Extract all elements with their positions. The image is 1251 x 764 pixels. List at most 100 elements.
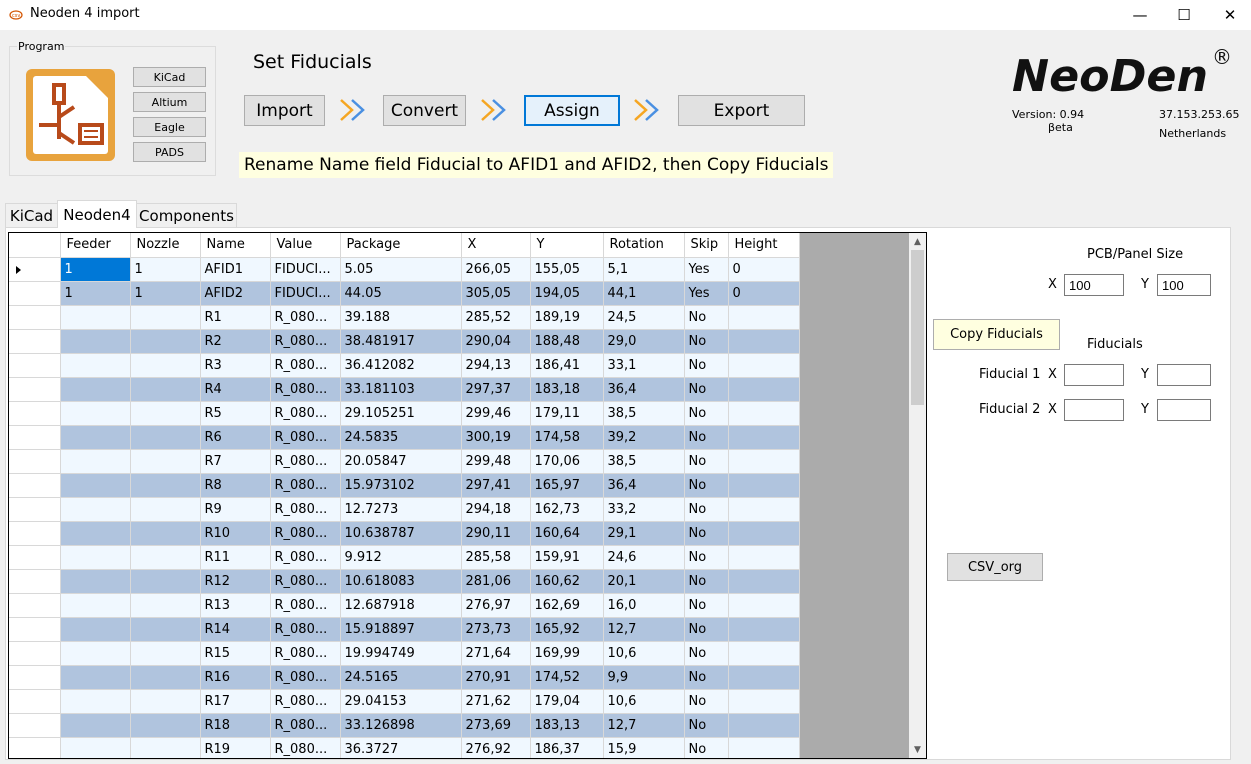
cell-y[interactable]: 160,64 — [530, 521, 604, 546]
column-header-y[interactable]: Y — [530, 233, 604, 258]
cell-height[interactable] — [728, 737, 800, 758]
cell-name[interactable]: AFID2 — [200, 281, 271, 306]
cell-nozzle[interactable] — [130, 593, 201, 618]
cell-package[interactable]: 39.188 — [340, 305, 462, 330]
column-header-nozzle[interactable]: Nozzle — [130, 233, 201, 258]
cell-feeder[interactable] — [60, 713, 131, 738]
table-row[interactable]: R14 R_080... 15.918897 273,73 165,92 12,7 No — [9, 617, 806, 642]
table-row[interactable]: R3 R_080... 36.412082 294,13 186,41 33,1 No — [9, 353, 806, 378]
cell-rotation[interactable]: 36,4 — [603, 473, 685, 498]
table-row[interactable]: R8 R_080... 15.973102 297,41 165,97 36,4 No — [9, 473, 806, 498]
export-button[interactable]: Export — [678, 95, 805, 126]
cell-value[interactable]: FIDUCI... — [270, 257, 341, 282]
cell-package[interactable]: 36.412082 — [340, 353, 462, 378]
fiducial2-x-input[interactable] — [1064, 399, 1124, 421]
row-header[interactable] — [9, 257, 61, 282]
cell-y[interactable]: 159,91 — [530, 545, 604, 570]
cell-nozzle[interactable] — [130, 713, 201, 738]
convert-button[interactable]: Convert — [383, 95, 466, 126]
cell-rotation[interactable]: 38,5 — [603, 401, 685, 426]
cell-x[interactable]: 276,97 — [461, 593, 531, 618]
cell-height[interactable] — [728, 401, 800, 426]
cell-y[interactable]: 170,06 — [530, 449, 604, 474]
cell-nozzle[interactable] — [130, 329, 201, 354]
cell-name[interactable]: R4 — [200, 377, 271, 402]
cell-height[interactable] — [728, 305, 800, 330]
row-header[interactable] — [9, 737, 61, 758]
cell-value[interactable]: R_080... — [270, 617, 341, 642]
tab-neoden4[interactable]: Neoden4 — [57, 200, 137, 228]
cell-skip[interactable]: No — [684, 617, 729, 642]
row-header[interactable] — [9, 473, 61, 498]
cell-skip[interactable]: No — [684, 425, 729, 450]
cell-package[interactable]: 9.912 — [340, 545, 462, 570]
cell-package[interactable]: 12.687918 — [340, 593, 462, 618]
pads-program-button[interactable]: PADS — [133, 142, 206, 162]
table-row[interactable]: R7 R_080... 20.05847 299,48 170,06 38,5 No — [9, 449, 806, 474]
cell-y[interactable]: 183,18 — [530, 377, 604, 402]
table-row[interactable]: R5 R_080... 29.105251 299,46 179,11 38,5 No — [9, 401, 806, 426]
cell-nozzle[interactable] — [130, 545, 201, 570]
cell-rotation[interactable]: 29,0 — [603, 329, 685, 354]
cell-x[interactable]: 299,46 — [461, 401, 531, 426]
column-header-skip[interactable]: Skip — [684, 233, 729, 258]
cell-skip[interactable]: No — [684, 353, 729, 378]
maximize-button[interactable]: ☐ — [1161, 0, 1207, 30]
cell-package[interactable]: 15.973102 — [340, 473, 462, 498]
cell-name[interactable]: R18 — [200, 713, 271, 738]
cell-value[interactable]: R_080... — [270, 641, 341, 666]
cell-name[interactable]: R10 — [200, 521, 271, 546]
cell-feeder[interactable] — [60, 521, 131, 546]
cell-value[interactable]: R_080... — [270, 665, 341, 690]
cell-package[interactable]: 29.04153 — [340, 689, 462, 714]
cell-nozzle[interactable] — [130, 737, 201, 758]
cell-height[interactable] — [728, 713, 800, 738]
cell-rotation[interactable]: 33,1 — [603, 353, 685, 378]
table-row[interactable]: R1 R_080... 39.188 285,52 189,19 24,5 No — [9, 305, 806, 330]
cell-rotation[interactable]: 12,7 — [603, 617, 685, 642]
cell-feeder[interactable] — [60, 665, 131, 690]
cell-height[interactable] — [728, 473, 800, 498]
cell-value[interactable]: R_080... — [270, 521, 341, 546]
cell-y[interactable]: 188,48 — [530, 329, 604, 354]
cell-name[interactable]: R14 — [200, 617, 271, 642]
import-button[interactable]: Import — [244, 95, 325, 126]
cell-name[interactable]: R12 — [200, 569, 271, 594]
cell-name[interactable]: R17 — [200, 689, 271, 714]
cell-name[interactable]: R16 — [200, 665, 271, 690]
cell-y[interactable]: 179,11 — [530, 401, 604, 426]
cell-rotation[interactable]: 15,9 — [603, 737, 685, 758]
cell-rotation[interactable]: 38,5 — [603, 449, 685, 474]
cell-nozzle[interactable] — [130, 665, 201, 690]
table-row[interactable]: R6 R_080... 24.5835 300,19 174,58 39,2 No — [9, 425, 806, 450]
cell-y[interactable]: 186,37 — [530, 737, 604, 758]
cell-rotation[interactable]: 24,6 — [603, 545, 685, 570]
table-row[interactable]: R10 R_080... 10.638787 290,11 160,64 29,1 No — [9, 521, 806, 546]
cell-feeder[interactable] — [60, 305, 131, 330]
tab-kicad[interactable]: KiCad — [5, 203, 58, 227]
cell-y[interactable]: 194,05 — [530, 281, 604, 306]
cell-package[interactable]: 20.05847 — [340, 449, 462, 474]
table-row[interactable]: R11 R_080... 9.912 285,58 159,91 24,6 No — [9, 545, 806, 570]
cell-skip[interactable]: No — [684, 569, 729, 594]
cell-name[interactable]: R15 — [200, 641, 271, 666]
cell-nozzle[interactable] — [130, 689, 201, 714]
cell-skip[interactable]: No — [684, 449, 729, 474]
table-row[interactable]: R15 R_080... 19.994749 271,64 169,99 10,6 No — [9, 641, 806, 666]
cell-rotation[interactable]: 10,6 — [603, 689, 685, 714]
table-row[interactable]: R2 R_080... 38.481917 290,04 188,48 29,0 No — [9, 329, 806, 354]
cell-y[interactable]: 165,97 — [530, 473, 604, 498]
cell-package[interactable]: 33.181103 — [340, 377, 462, 402]
cell-height[interactable] — [728, 641, 800, 666]
cell-name[interactable]: AFID1 — [200, 257, 271, 282]
cell-nozzle[interactable] — [130, 617, 201, 642]
cell-nozzle[interactable] — [130, 473, 201, 498]
cell-name[interactable]: R9 — [200, 497, 271, 522]
cell-y[interactable]: 160,62 — [530, 569, 604, 594]
cell-x[interactable]: 300,19 — [461, 425, 531, 450]
cell-x[interactable]: 266,05 — [461, 257, 531, 282]
cell-skip[interactable]: No — [684, 401, 729, 426]
cell-x[interactable]: 276,92 — [461, 737, 531, 758]
cell-x[interactable]: 271,62 — [461, 689, 531, 714]
scroll-down-icon[interactable]: ▼ — [909, 741, 926, 758]
